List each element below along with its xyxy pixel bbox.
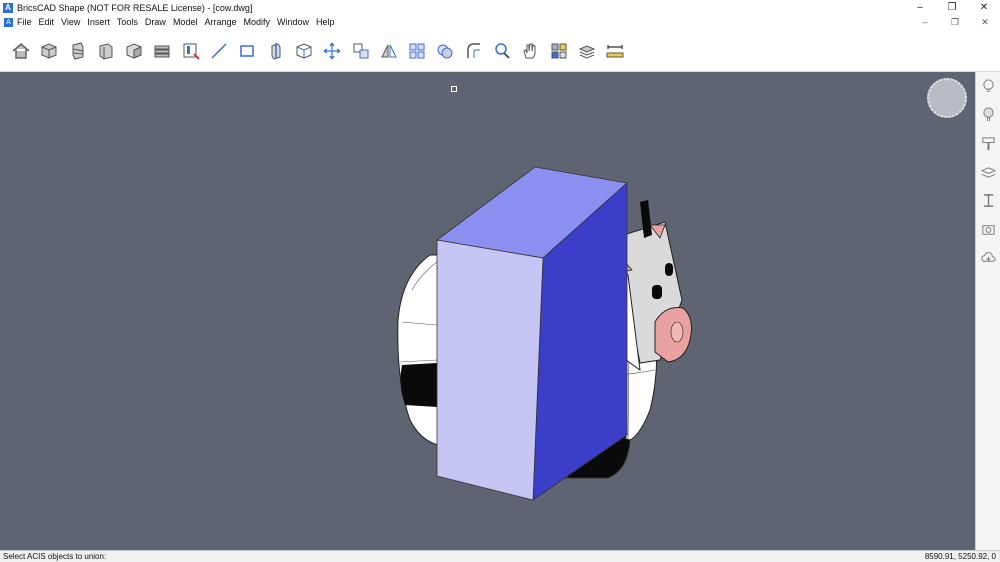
- box-button[interactable]: [38, 40, 60, 62]
- move-icon: [323, 42, 341, 59]
- line-icon: [211, 42, 227, 59]
- ibeam-button[interactable]: [976, 186, 1000, 215]
- menu-view[interactable]: View: [61, 17, 80, 27]
- stairs-icon: [154, 45, 170, 57]
- mirror-button[interactable]: [378, 40, 400, 62]
- menu-help[interactable]: Help: [316, 17, 335, 27]
- dimension-button[interactable]: [604, 40, 626, 62]
- lightbulb-icon: [983, 79, 994, 92]
- solid-box-button[interactable]: [123, 40, 145, 62]
- cursor-coordinates: 8590.91, 5250.92, 0: [924, 552, 996, 561]
- box-edit-icon: [296, 42, 312, 59]
- paint-roller-button[interactable]: [976, 129, 1000, 158]
- window-panel-button[interactable]: [180, 40, 202, 62]
- solid-box-icon: [126, 42, 142, 59]
- box-edit-button[interactable]: [293, 40, 315, 62]
- rectangle-button[interactable]: [236, 40, 258, 62]
- material-icon: [551, 43, 567, 58]
- document-controls: – ❐ ✕: [910, 15, 1000, 29]
- union-button[interactable]: [434, 40, 456, 62]
- title-bar: A BricsCAD Shape (NOT FOR RESALE License…: [0, 0, 1000, 15]
- layers-stack-button[interactable]: [576, 40, 598, 62]
- menu-arrange[interactable]: Arrange: [204, 17, 236, 27]
- extrude-icon: [271, 42, 281, 60]
- layers-stack-icon: [578, 44, 596, 59]
- menu-bar: A File Edit View Insert Tools Draw Model…: [0, 15, 1000, 29]
- cylinder-icon: [99, 42, 113, 60]
- layers-icon: [981, 166, 996, 178]
- move-button[interactable]: [321, 40, 343, 62]
- right-panel: [975, 72, 1000, 550]
- app-logo-icon: A: [3, 2, 13, 13]
- fillet-button[interactable]: [463, 40, 485, 62]
- camera-button[interactable]: [976, 215, 1000, 244]
- home-button[interactable]: [10, 40, 32, 62]
- array-button[interactable]: [406, 40, 428, 62]
- cylinder-button[interactable]: [95, 40, 117, 62]
- zoom-button[interactable]: [491, 40, 513, 62]
- dimension-icon: [606, 44, 624, 57]
- doc-close-button[interactable]: ✕: [970, 15, 1000, 29]
- bulb-outline-button[interactable]: [976, 101, 1000, 130]
- pan-icon: [523, 43, 536, 58]
- layers-button[interactable]: [976, 158, 1000, 187]
- camera-icon: [982, 225, 995, 235]
- minimize-button[interactable]: –: [904, 0, 936, 15]
- pan-button[interactable]: [519, 40, 541, 62]
- cloud-icon: [981, 252, 996, 263]
- menu-edit[interactable]: Edit: [39, 17, 55, 27]
- union-icon: [437, 44, 453, 58]
- menu-window[interactable]: Window: [277, 17, 309, 27]
- toolbar: [0, 30, 1000, 72]
- cloud-button[interactable]: [976, 244, 1000, 273]
- menu-insert[interactable]: Insert: [87, 17, 110, 27]
- line-button[interactable]: [208, 40, 230, 62]
- bulb-outline-icon: [983, 107, 994, 122]
- paint-roller-icon: [982, 137, 995, 151]
- ibeam-icon: [983, 194, 994, 207]
- scene-3d: [397, 166, 692, 501]
- rectangle-icon: [240, 44, 255, 57]
- extrude-button[interactable]: [265, 40, 287, 62]
- command-prompt: Select ACIS objects to union:: [3, 552, 107, 561]
- close-button[interactable]: ✕: [968, 0, 1000, 15]
- model-viewport[interactable]: [0, 72, 975, 550]
- array-icon: [409, 43, 425, 58]
- wedge-stack-icon: [72, 41, 84, 60]
- maximize-button[interactable]: ❐: [936, 0, 968, 15]
- stairs-button[interactable]: [151, 40, 173, 62]
- doc-minimize-button[interactable]: –: [910, 15, 940, 29]
- box-solid[interactable]: [436, 166, 628, 501]
- doc-restore-button[interactable]: ❐: [940, 15, 970, 29]
- menu-model[interactable]: Model: [173, 17, 198, 27]
- zoom-icon: [495, 42, 510, 59]
- copy-button[interactable]: [350, 40, 372, 62]
- menu-tools[interactable]: Tools: [117, 17, 138, 27]
- window-controls: – ❐ ✕: [904, 0, 1000, 15]
- menu-draw[interactable]: Draw: [145, 17, 166, 27]
- document-icon[interactable]: A: [4, 17, 13, 27]
- status-bar: Select ACIS objects to union: 8590.91, 5…: [0, 550, 1000, 562]
- mirror-icon: [381, 44, 397, 57]
- copy-icon: [353, 43, 369, 58]
- menu-file[interactable]: File: [17, 17, 32, 27]
- lightbulb-button[interactable]: [976, 72, 1000, 101]
- menu-modify[interactable]: Modify: [243, 17, 270, 27]
- box-icon: [41, 42, 57, 59]
- window-panel-icon: [183, 43, 200, 60]
- window-title: BricsCAD Shape (NOT FOR RESALE License) …: [17, 2, 253, 13]
- wedge-stack-button[interactable]: [67, 40, 89, 62]
- fillet-icon: [467, 42, 480, 58]
- material-button[interactable]: [548, 40, 570, 62]
- home-icon: [12, 42, 30, 59]
